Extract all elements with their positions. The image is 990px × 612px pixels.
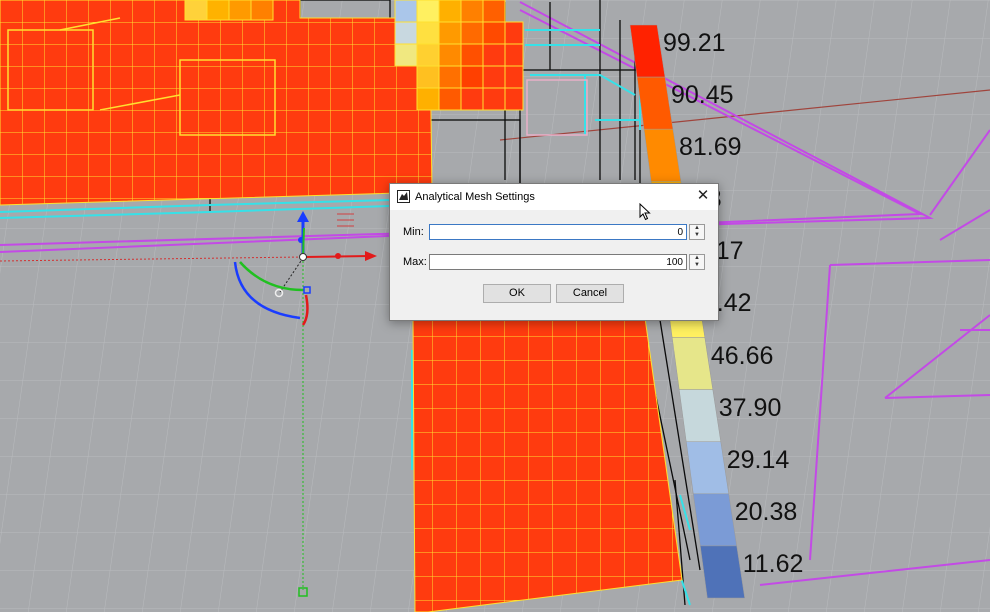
min-spinner[interactable]: ▲ ▼	[689, 224, 705, 240]
close-icon: ✕	[696, 187, 710, 204]
min-label: Min:	[403, 226, 424, 238]
rhino-app-icon	[397, 190, 410, 203]
min-input[interactable]	[429, 224, 687, 240]
close-button[interactable]: ✕	[694, 187, 712, 205]
max-label: Max:	[403, 256, 427, 268]
analysis-mesh-bottom	[412, 317, 683, 612]
spin-up-icon[interactable]: ▲	[690, 255, 704, 262]
legend-value-label: 29.14	[726, 445, 790, 474]
legend-value-label: 37.90	[718, 393, 782, 422]
gizmo-origin-handle	[299, 253, 307, 261]
legend-swatch	[700, 545, 745, 599]
max-input[interactable]	[429, 254, 687, 270]
max-spinner[interactable]: ▲ ▼	[689, 254, 705, 270]
spin-down-icon[interactable]: ▼	[690, 232, 704, 239]
spin-up-icon[interactable]: ▲	[690, 225, 704, 232]
cancel-button[interactable]: Cancel	[556, 284, 624, 303]
legend-value-label: 46.66	[710, 341, 774, 370]
legend-value-label: 81.69	[678, 133, 742, 162]
analytical-mesh-settings-dialog: Analytical Mesh Settings ✕ Min: ▲ ▼ Max:…	[389, 183, 719, 321]
spin-down-icon[interactable]: ▼	[690, 262, 704, 269]
legend-value-label: 99.21	[663, 29, 726, 57]
legend-value-label: 20.38	[734, 497, 798, 526]
gizmo-y-axis	[302, 227, 305, 258]
dialog-title: Analytical Mesh Settings	[415, 191, 535, 203]
ok-button[interactable]: OK	[483, 284, 551, 303]
legend-value-label: 11.62	[742, 549, 804, 578]
legend-value-label: 90.45	[670, 81, 734, 110]
mouse-cursor-icon	[639, 203, 651, 221]
dialog-titlebar[interactable]: Analytical Mesh Settings ✕	[390, 184, 718, 210]
gizmo-x-handle	[335, 253, 341, 259]
